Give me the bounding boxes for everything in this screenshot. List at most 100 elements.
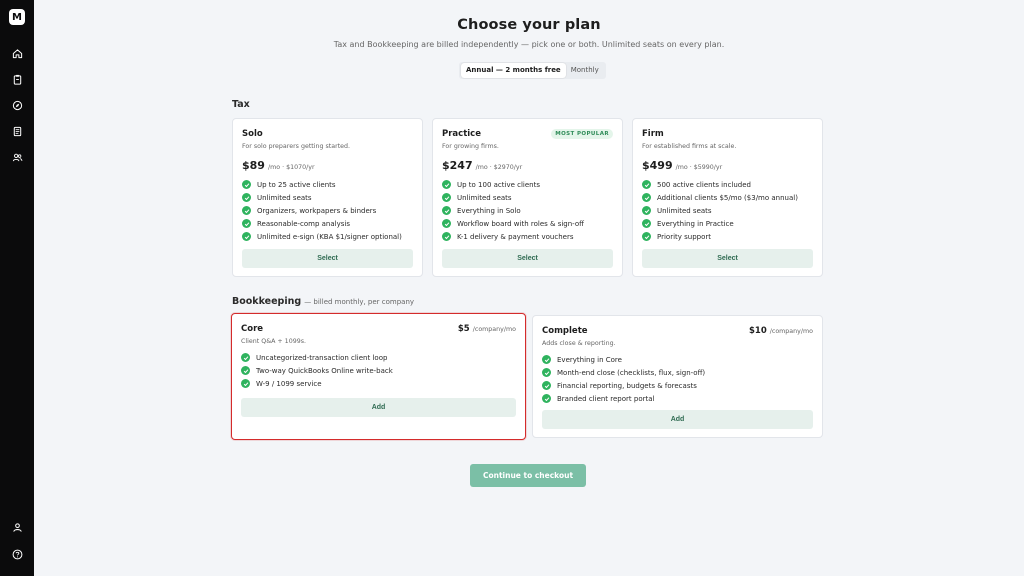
feature-item: Everything in Practice [642, 217, 813, 230]
bookkeeping-billing-note: — billed monthly, per company [304, 298, 415, 306]
add-core-button[interactable]: Add [241, 398, 516, 417]
plan-price: $89 [242, 159, 265, 172]
bookkeeping-heading: Bookkeeping [232, 296, 302, 307]
document-icon[interactable] [9, 123, 26, 140]
plan-price: $499 [642, 159, 673, 172]
plan-price: $247 [442, 159, 473, 172]
feature-item: Month-end close (checklists, flux, sign-… [542, 366, 813, 379]
plan-price: $10 [748, 326, 767, 336]
page-subtitle: Tax and Bookkeeping are billed independe… [333, 40, 725, 49]
plan-price-note: /company/mo [472, 326, 516, 333]
check-icon [241, 379, 250, 388]
plan-description: For established firms at scale. [642, 143, 737, 150]
plan-price-note: /company/mo [769, 328, 813, 335]
check-icon [242, 193, 251, 202]
plan-price-note: /mo · $2970/yr [475, 164, 523, 171]
check-icon [642, 193, 651, 202]
check-icon [542, 381, 551, 390]
feature-item: Unlimited seats [642, 204, 813, 217]
page-title: Choose your plan [457, 17, 601, 33]
check-icon [242, 180, 251, 189]
compass-icon[interactable] [9, 97, 26, 114]
home-icon[interactable] [9, 45, 26, 62]
check-icon [242, 206, 251, 215]
plan-price-note: /mo · $5990/yr [675, 164, 723, 171]
plan-price-note: /mo · $1070/yr [267, 164, 315, 171]
check-icon [642, 219, 651, 228]
plan-price: $5 [457, 324, 470, 334]
sidebar: M [0, 0, 34, 576]
select-practice-button[interactable]: Select [442, 249, 613, 268]
check-icon [642, 180, 651, 189]
plan-card-core[interactable]: Core $5 /company/mo Client Q&A + 1099s. … [231, 313, 526, 440]
plan-name: Complete [542, 326, 588, 336]
check-icon [642, 206, 651, 215]
feature-item: Organizers, workpapers & binders [242, 204, 413, 217]
add-complete-button[interactable]: Add [542, 410, 813, 429]
feature-list: Everything in Core Month-end close (chec… [542, 353, 813, 405]
plan-card-complete[interactable]: Complete $10 /company/mo Adds close & re… [532, 315, 823, 438]
clipboard-icon[interactable] [9, 71, 26, 88]
feature-list: Up to 100 active clients Unlimited seats… [442, 178, 613, 243]
plan-description: For growing firms. [442, 143, 499, 150]
feature-item: Reasonable-comp analysis [242, 217, 413, 230]
feature-item: Workflow board with roles & sign-off [442, 217, 613, 230]
feature-item: Unlimited e-sign (KBA $1/signer optional… [242, 230, 413, 243]
plan-name: Practice [442, 129, 481, 139]
plan-card-practice[interactable]: Practice MOST POPULAR For growing firms.… [432, 118, 623, 277]
feature-list: Uncategorized-transaction client loop Tw… [241, 351, 516, 390]
bookkeeping-section-title: Bookkeeping — billed monthly, per company [232, 296, 414, 307]
check-icon [242, 219, 251, 228]
tax-section-title: Tax [232, 99, 250, 110]
check-icon [542, 394, 551, 403]
feature-item: K-1 delivery & payment vouchers [442, 230, 613, 243]
feature-item: Up to 25 active clients [242, 178, 413, 191]
toggle-monthly[interactable]: Monthly [566, 63, 604, 78]
plan-name: Firm [642, 129, 664, 139]
feature-item: 500 active clients included [642, 178, 813, 191]
feature-item: Everything in Core [542, 353, 813, 366]
feature-item: Priority support [642, 230, 813, 243]
feature-item: Up to 100 active clients [442, 178, 613, 191]
users-icon[interactable] [9, 149, 26, 166]
plan-name: Solo [242, 129, 263, 139]
feature-item: Additional clients $5/mo ($3/mo annual) [642, 191, 813, 204]
feature-item: Financial reporting, budgets & forecasts [542, 379, 813, 392]
app-logo[interactable]: M [9, 9, 25, 25]
feature-item: Unlimited seats [442, 191, 613, 204]
plan-card-solo[interactable]: Solo For solo preparers getting started.… [232, 118, 423, 277]
check-icon [542, 368, 551, 377]
feature-item: Branded client report portal [542, 392, 813, 405]
feature-list: Up to 25 active clients Unlimited seats … [242, 178, 413, 243]
check-icon [242, 232, 251, 241]
check-icon [241, 366, 250, 375]
sidebar-nav [9, 45, 26, 166]
user-icon[interactable] [9, 519, 26, 536]
plan-name: Core [241, 324, 264, 334]
feature-list: 500 active clients included Additional c… [642, 178, 813, 243]
check-icon [442, 180, 451, 189]
sidebar-bottom [0, 519, 34, 563]
feature-item: Everything in Solo [442, 204, 613, 217]
check-icon [442, 232, 451, 241]
main-content: Choose your plan Tax and Bookkeeping are… [34, 0, 1024, 576]
most-popular-badge: MOST POPULAR [551, 129, 613, 139]
plan-description: For solo preparers getting started. [242, 143, 351, 150]
help-icon[interactable] [9, 546, 26, 563]
continue-to-checkout-button[interactable]: Continue to checkout [470, 464, 586, 487]
feature-item: Two-way QuickBooks Online write-back [241, 364, 516, 377]
toggle-annual[interactable]: Annual — 2 months free [461, 63, 566, 78]
select-solo-button[interactable]: Select [242, 249, 413, 268]
plan-card-firm[interactable]: Firm For established firms at scale. $49… [632, 118, 823, 277]
select-firm-button[interactable]: Select [642, 249, 813, 268]
check-icon [542, 355, 551, 364]
billing-period-toggle: Annual — 2 months free Monthly [459, 62, 606, 79]
check-icon [241, 353, 250, 362]
check-icon [442, 219, 451, 228]
feature-item: W-9 / 1099 service [241, 377, 516, 390]
check-icon [642, 232, 651, 241]
check-icon [442, 193, 451, 202]
check-icon [442, 206, 451, 215]
feature-item: Unlimited seats [242, 191, 413, 204]
feature-item: Uncategorized-transaction client loop [241, 351, 516, 364]
